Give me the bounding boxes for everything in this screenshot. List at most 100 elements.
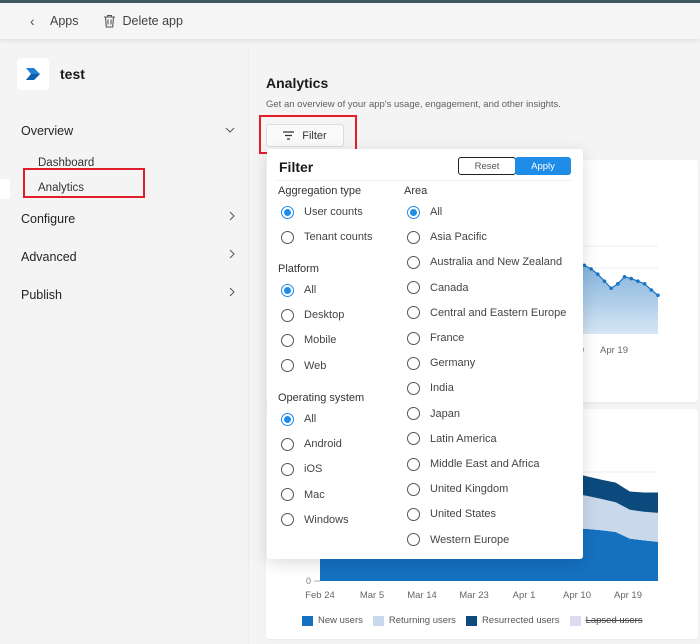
radio-unchecked-icon xyxy=(407,432,420,446)
radio-option-aggregation-user-counts[interactable]: User counts xyxy=(281,204,363,220)
filter-button-label: Filter xyxy=(302,129,327,142)
radio-option-area-middle-east-and-africa[interactable]: Middle East and Africa xyxy=(407,456,539,472)
radio-option-os-ios[interactable]: iOS xyxy=(281,461,322,477)
legend-item[interactable]: Lapsed users xyxy=(569,615,643,626)
radio-option-platform-web[interactable]: Web xyxy=(281,358,326,374)
radio-option-area-germany[interactable]: Germany xyxy=(407,355,475,371)
reset-button[interactable]: Reset xyxy=(458,157,516,175)
radio-unchecked-icon xyxy=(281,230,294,244)
sidebar-item-label: Analytics xyxy=(38,181,85,194)
chevron-down-icon xyxy=(225,122,235,136)
radio-option-label: Windows xyxy=(304,513,349,526)
radio-option-platform-all[interactable]: All xyxy=(281,282,316,298)
sidebar-section-overview[interactable]: Overview xyxy=(0,112,249,150)
x-tick-label: Apr 19 xyxy=(614,590,642,601)
legend-label: Lapsed users xyxy=(585,615,643,626)
radio-checked-icon xyxy=(281,283,294,297)
data-point[interactable] xyxy=(602,279,607,283)
radio-option-label: Mobile xyxy=(304,334,337,347)
radio-option-area-india[interactable]: India xyxy=(407,380,454,396)
radio-option-area-latin-america[interactable]: Latin America xyxy=(407,431,497,447)
page-subtitle: Get an overview of your app's usage, eng… xyxy=(266,99,561,110)
data-point[interactable] xyxy=(582,263,587,268)
radio-option-os-mac[interactable]: Mac xyxy=(281,487,325,503)
command-bar: ‹ Apps Delete app xyxy=(0,3,700,39)
radio-option-area-western-europe[interactable]: Western Europe xyxy=(407,532,509,548)
radio-unchecked-icon xyxy=(281,437,294,451)
radio-option-area-canada[interactable]: Canada xyxy=(407,280,469,296)
radio-option-area-all[interactable]: All xyxy=(407,204,442,220)
radio-unchecked-icon xyxy=(407,230,420,244)
radio-option-area-japan[interactable]: Japan xyxy=(407,406,460,422)
data-point[interactable] xyxy=(629,276,634,281)
radio-option-platform-desktop[interactable]: Desktop xyxy=(281,307,344,323)
app-name: test xyxy=(60,66,85,82)
radio-unchecked-icon xyxy=(407,281,420,295)
data-point[interactable] xyxy=(622,275,627,279)
legend-item[interactable]: Resurrected users xyxy=(465,615,560,626)
data-point[interactable] xyxy=(616,282,620,286)
sidebar-item-analytics[interactable]: Analytics xyxy=(0,175,249,200)
data-point[interactable] xyxy=(595,272,600,276)
filter-button[interactable]: Filter xyxy=(266,124,344,147)
radio-unchecked-icon xyxy=(407,331,420,345)
chevron-right-icon xyxy=(229,210,235,224)
sidebar-item-dashboard[interactable]: Dashboard xyxy=(0,150,249,175)
radio-unchecked-icon xyxy=(281,333,294,347)
radio-option-label: Canada xyxy=(430,281,469,294)
radio-option-area-united-states[interactable]: United States xyxy=(407,506,496,522)
radio-option-os-windows[interactable]: Windows xyxy=(281,512,349,528)
data-point[interactable] xyxy=(589,267,593,271)
filter-panel: Filter Reset Apply Aggregation type User … xyxy=(267,149,583,559)
delete-app-button[interactable]: Delete app xyxy=(103,14,183,28)
data-point[interactable] xyxy=(636,279,640,283)
radio-option-label: iOS xyxy=(304,463,323,476)
group-heading-area: Area xyxy=(404,185,428,197)
data-point[interactable] xyxy=(649,288,654,292)
divider xyxy=(277,180,571,181)
radio-option-label: All xyxy=(304,413,317,425)
apply-button[interactable]: Apply xyxy=(515,157,571,175)
radio-option-platform-mobile[interactable]: Mobile xyxy=(281,332,336,348)
radio-option-area-france[interactable]: France xyxy=(407,330,464,346)
radio-unchecked-icon xyxy=(281,462,294,476)
data-point[interactable] xyxy=(609,286,613,291)
radio-option-label: Latin America xyxy=(430,432,497,445)
sidebar-section-advanced[interactable]: Advanced xyxy=(0,238,249,276)
radio-option-os-android[interactable]: Android xyxy=(281,436,342,452)
sidebar-section-configure[interactable]: Configure xyxy=(0,200,249,238)
radio-option-area-central-and-eastern-europe[interactable]: Central and Eastern Europe xyxy=(407,305,566,321)
app-logo-icon xyxy=(26,68,40,80)
radio-option-label: Germany xyxy=(430,357,476,370)
line-chart-area xyxy=(571,261,658,334)
data-point[interactable] xyxy=(642,282,647,286)
radio-unchecked-icon xyxy=(407,507,420,521)
legend-item[interactable]: New users xyxy=(302,615,363,626)
chevron-left-icon: ‹ xyxy=(30,13,35,29)
radio-unchecked-icon xyxy=(407,482,420,496)
radio-option-label: User counts xyxy=(304,206,363,218)
radio-option-area-united-kingdom[interactable]: United Kingdom xyxy=(407,481,508,497)
sidebar-section-label: Configure xyxy=(21,212,76,226)
legend-swatch xyxy=(302,615,313,626)
legend-label: New users xyxy=(318,615,363,626)
radio-option-label: Central and Eastern Europe xyxy=(430,306,567,319)
page-title: Analytics xyxy=(266,75,329,91)
radio-checked-icon xyxy=(407,205,420,219)
radio-unchecked-icon xyxy=(407,381,420,395)
back-to-apps-button[interactable]: ‹ Apps xyxy=(30,13,79,29)
filter-icon xyxy=(283,131,295,140)
radio-option-area-australia-and-new-zealand[interactable]: Australia and New Zealand xyxy=(407,254,562,270)
legend-label: Returning users xyxy=(388,615,456,626)
radio-unchecked-icon xyxy=(407,457,420,471)
radio-option-label: Web xyxy=(304,359,327,372)
radio-option-os-all[interactable]: All xyxy=(281,411,316,427)
radio-unchecked-icon xyxy=(407,306,420,320)
legend-item[interactable]: Returning users xyxy=(372,615,456,626)
sidebar: test Overview Dashboard Analytics Config… xyxy=(0,48,249,644)
radio-unchecked-icon xyxy=(281,513,294,527)
radio-option-area-asia-pacific[interactable]: Asia Pacific xyxy=(407,229,487,245)
sidebar-section-publish[interactable]: Publish xyxy=(0,276,249,314)
radio-option-aggregation-tenant-counts[interactable]: Tenant counts xyxy=(281,229,373,245)
data-point[interactable] xyxy=(656,293,660,298)
